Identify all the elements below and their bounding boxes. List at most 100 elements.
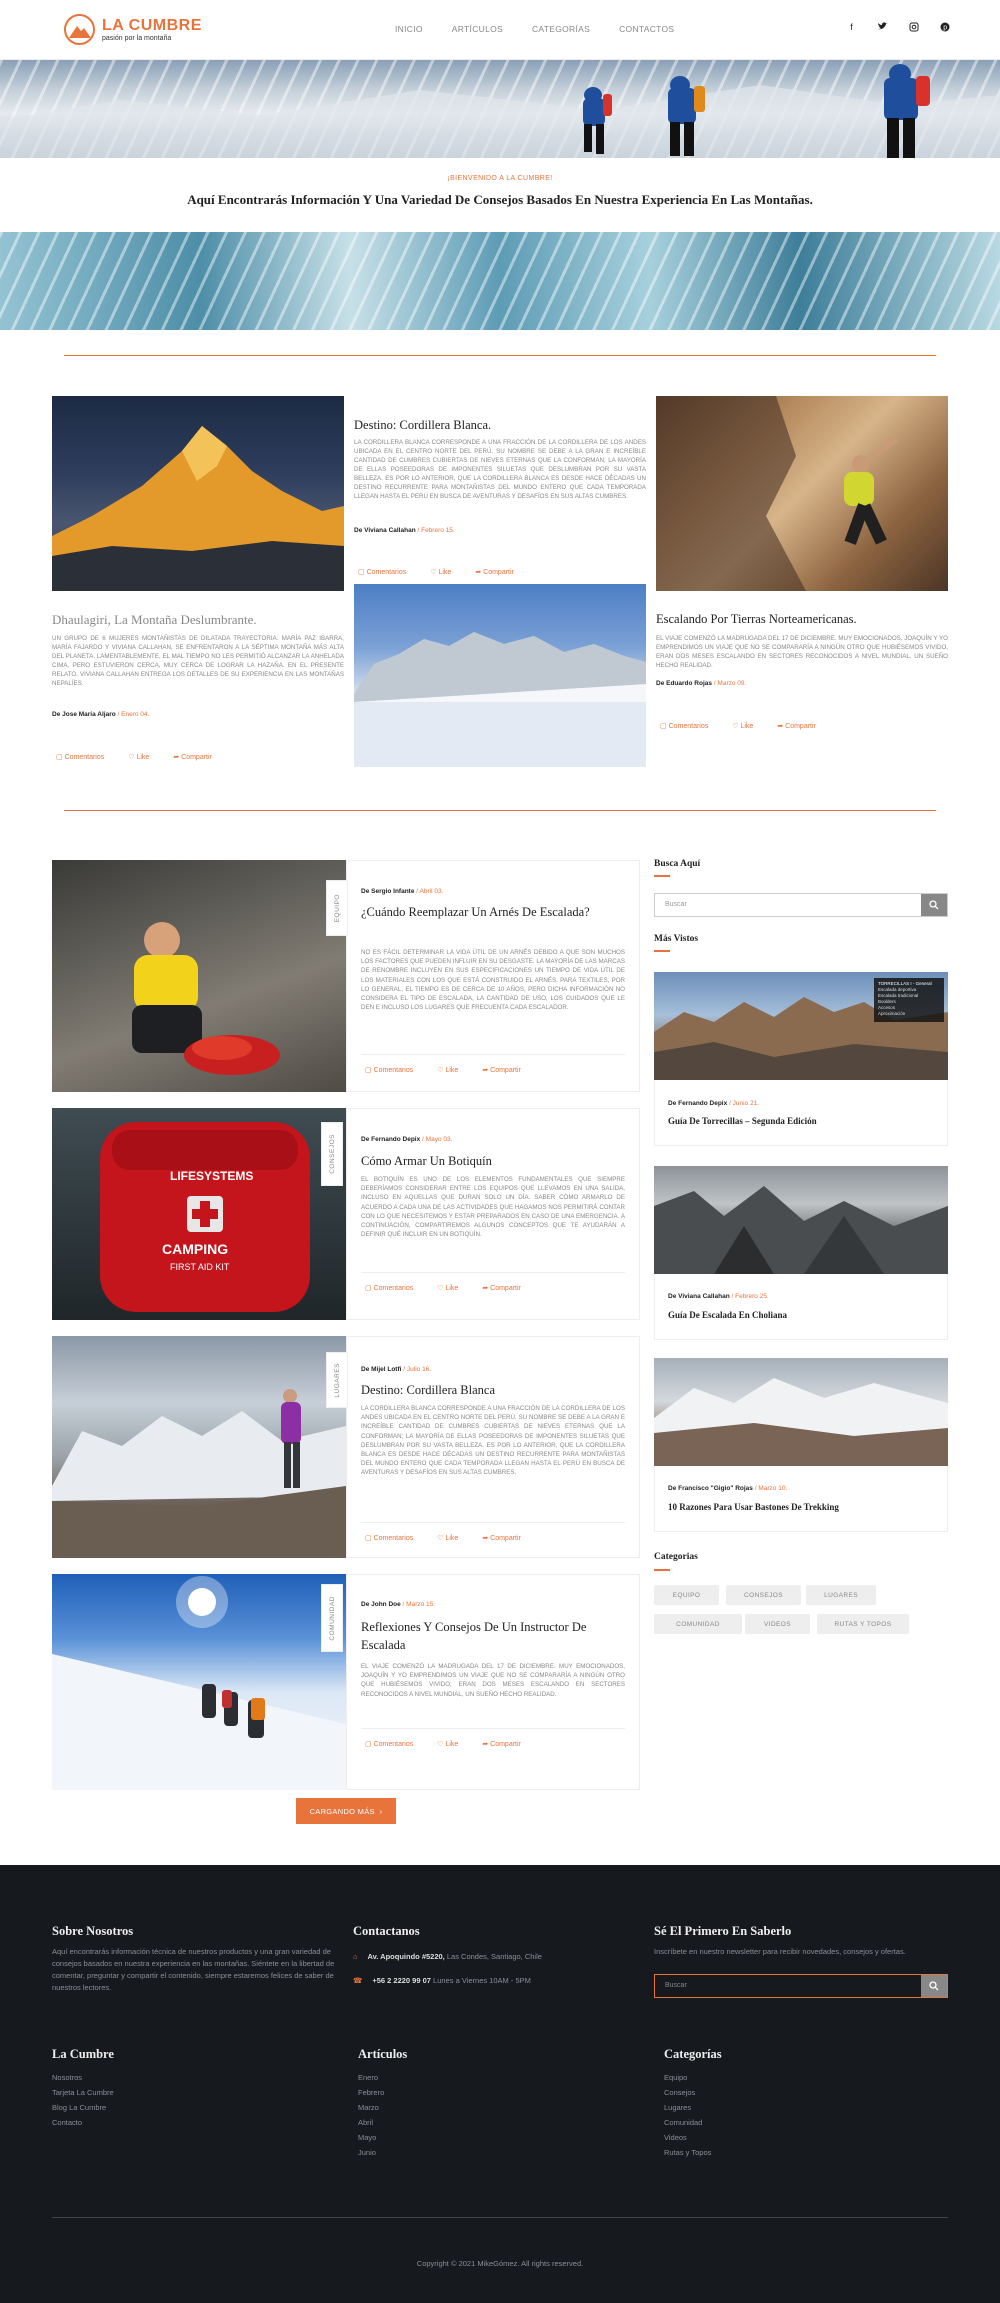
search-input[interactable]: Buscar: [655, 894, 921, 916]
nav-inicio[interactable]: INICIO: [395, 24, 423, 34]
popular-image-torrecillas[interactable]: TORRECILLAS I - General Escalada deporti…: [654, 972, 948, 1080]
comments-button[interactable]: ▢ Comentarios: [358, 568, 418, 576]
like-button[interactable]: ♡ Like: [732, 722, 765, 730]
featured-meta: De Viviana Callahan / Febrero 15.: [354, 527, 455, 534]
category-tag-consejos[interactable]: CONSEJOS: [726, 1585, 801, 1605]
comments-button[interactable]: ▢ Comentarios: [365, 1740, 425, 1748]
comments-button[interactable]: ▢ Comentarios: [56, 753, 116, 761]
footer-col3-title: Categorías: [664, 2047, 722, 2061]
featured-title[interactable]: Dhaulagiri, La Montaña Deslumbrante.: [52, 612, 257, 628]
category-tag-equipo[interactable]: EQUIPO: [654, 1585, 719, 1605]
category-tag-lugares[interactable]: LUGARES: [806, 1585, 876, 1605]
footer-link[interactable]: Enero: [358, 2070, 378, 2085]
share-button[interactable]: ➦ Compartir: [482, 1066, 533, 1074]
share-button[interactable]: ➦ Compartir: [482, 1284, 533, 1292]
share-button[interactable]: ➦ Compartir: [475, 568, 526, 576]
featured-image-climber[interactable]: [656, 396, 948, 591]
nav-articulos[interactable]: ARTÍCULOS: [452, 24, 503, 34]
featured-desc: La Cordillera Blanca corresponde a una f…: [354, 439, 646, 500]
featured-image-dhaulagiri[interactable]: [52, 396, 344, 591]
footer-link[interactable]: Nosotros: [52, 2070, 82, 2085]
popular-title[interactable]: Guía De Torrecillas – Segunda Edición: [668, 1116, 817, 1126]
post-meta: De John Doe / Marzo 15.: [361, 1601, 436, 1608]
share-button[interactable]: ➦ Compartir: [173, 753, 224, 761]
pinterest-icon[interactable]: p: [939, 21, 950, 32]
comments-button[interactable]: ▢ Comentarios: [365, 1284, 425, 1292]
popular-image-choliana[interactable]: [654, 1166, 948, 1274]
footer-link[interactable]: Equipo: [664, 2070, 687, 2085]
footer-link[interactable]: Lugares: [664, 2100, 691, 2115]
like-button[interactable]: ♡ Like: [128, 753, 161, 761]
post-title[interactable]: ¿Cuándo Reemplazar Un Arnés De Escalada?: [361, 903, 611, 921]
logo-tagline: pasión por la montaña: [102, 34, 172, 42]
share-button[interactable]: ➦ Compartir: [482, 1740, 533, 1748]
category-tag[interactable]: COMUNIDAD: [321, 1584, 343, 1652]
featured-title[interactable]: Escalando Por Tierras Norteamericanas.: [656, 612, 857, 627]
like-button[interactable]: ♡ Like: [437, 1284, 470, 1292]
category-tag-comunidad[interactable]: COMUNIDAD: [654, 1614, 742, 1634]
footer-link[interactable]: Febrero: [358, 2085, 384, 2100]
logo[interactable]: LA CUMBRE pasión por la montaña: [64, 14, 202, 45]
newsletter-input[interactable]: Buscar: [655, 1975, 921, 1997]
like-button[interactable]: ♡ Like: [437, 1740, 470, 1748]
popular-meta: De Viviana Callahan / Febrero 25.: [668, 1293, 769, 1300]
facebook-icon[interactable]: f: [846, 21, 857, 32]
share-button[interactable]: ➦ Compartir: [777, 722, 828, 730]
like-button[interactable]: ♡ Like: [437, 1066, 470, 1074]
footer-link[interactable]: Junio: [358, 2145, 376, 2160]
popular-title[interactable]: 10 Razones Para Usar Bastones De Trekkin…: [668, 1502, 839, 1512]
comments-button[interactable]: ▢ Comentarios: [660, 722, 720, 730]
footer-link[interactable]: Contacto: [52, 2115, 82, 2130]
post-meta: De Mijel Lotfi / Julio 16.: [361, 1366, 432, 1373]
search-icon[interactable]: [921, 894, 947, 916]
featured-title[interactable]: Destino: Cordillera Blanca.: [354, 418, 491, 433]
heading-underline: [654, 875, 670, 877]
post-image-cordillera-hiker[interactable]: [52, 1336, 346, 1558]
post-title[interactable]: Cómo Armar Un Botiquín: [361, 1152, 621, 1170]
comments-button[interactable]: ▢ Comentarios: [365, 1066, 425, 1074]
footer-address: ⌂ Av. Apoquindo #5220, Las Condes, Santi…: [353, 1952, 542, 1961]
post-actions: ▢ Comentarios ♡ Like ➦ Compartir: [365, 1740, 545, 1748]
category-tag-videos[interactable]: VIDEOS: [745, 1614, 810, 1634]
popular-title[interactable]: Guía De Escalada En Choliana: [668, 1310, 787, 1320]
svg-text:p: p: [943, 24, 947, 31]
footer-link[interactable]: Tarjeta La Cumbre: [52, 2085, 114, 2100]
footer-link[interactable]: Marzo: [358, 2100, 379, 2115]
post-image-first-aid[interactable]: LIFESYSTEMS CAMPING FIRST AID KIT: [52, 1108, 346, 1320]
footer-link[interactable]: Rutas y Topos: [664, 2145, 711, 2160]
category-tag[interactable]: LUGARES: [326, 1352, 348, 1408]
popular-card: [654, 1274, 948, 1340]
popular-image-trekking[interactable]: [654, 1358, 948, 1466]
like-button[interactable]: ♡ Like: [437, 1534, 470, 1542]
post-image-harness[interactable]: [52, 860, 346, 1092]
twitter-icon[interactable]: [877, 21, 888, 32]
category-tag[interactable]: EQUIPO: [326, 880, 348, 936]
post-image-snow-climbers[interactable]: [52, 1574, 346, 1790]
post-actions: ▢ Comentarios ♡ Like ➦ Compartir: [365, 1284, 545, 1292]
site-header: LA CUMBRE pasión por la montaña INICIO A…: [0, 0, 1000, 60]
post-title[interactable]: Destino: Cordillera Blanca: [361, 1381, 621, 1399]
load-more-button[interactable]: CARGANDO MÁS ›: [296, 1798, 396, 1824]
category-tag-rutas-y-topos[interactable]: RUTAS Y TOPOS: [817, 1614, 909, 1634]
footer-link[interactable]: Abril: [358, 2115, 373, 2130]
like-button[interactable]: ♡ Like: [430, 568, 463, 576]
featured-meta: De Jose María Aljaro / Enero 04.: [52, 711, 150, 718]
footer-link[interactable]: Blog La Cumbre: [52, 2100, 106, 2115]
nav-categorias[interactable]: CATEGORÍAS: [532, 24, 590, 34]
svg-text:FIRST AID KIT: FIRST AID KIT: [170, 1262, 230, 1272]
popular-meta: De Francisco "Gigio" Rojas / Marzo 10.: [668, 1485, 788, 1492]
footer-link[interactable]: Comunidad: [664, 2115, 702, 2130]
featured-image-cordillera[interactable]: [354, 584, 646, 767]
comments-button[interactable]: ▢ Comentarios: [365, 1534, 425, 1542]
nav-contactos[interactable]: CONTACTOS: [619, 24, 674, 34]
newsletter-form: Buscar: [654, 1974, 948, 1998]
post-title[interactable]: Reflexiones Y Consejos De Un Instructor …: [361, 1618, 621, 1654]
category-tag[interactable]: CONSEJOS: [321, 1122, 343, 1186]
share-button[interactable]: ➦ Compartir: [482, 1534, 533, 1542]
search-icon[interactable]: [921, 1975, 947, 1997]
instagram-icon[interactable]: [908, 21, 919, 32]
footer-link[interactable]: Videos: [664, 2130, 687, 2145]
post-desc: El botiquín es uno de los elementos fund…: [361, 1176, 625, 1239]
footer-link[interactable]: Mayo: [358, 2130, 376, 2145]
footer-link[interactable]: Consejos: [664, 2085, 695, 2100]
